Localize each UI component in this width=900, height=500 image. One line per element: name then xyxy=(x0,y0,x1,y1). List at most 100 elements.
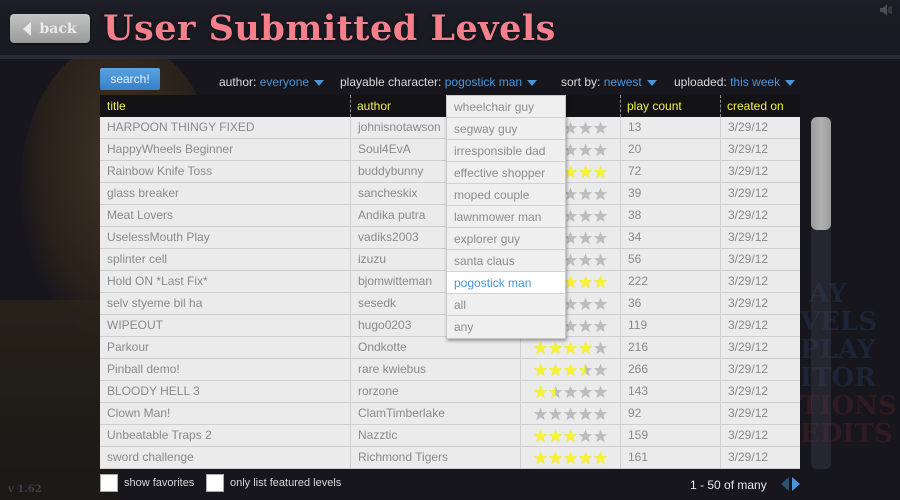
level-play-count: 159 xyxy=(620,425,720,446)
column-header-play-count[interactable]: play count xyxy=(620,95,720,117)
level-title: Hold ON *Last Fix* xyxy=(107,274,208,288)
featured-levels-toggle[interactable]: only list featured levels xyxy=(206,474,341,492)
level-created-on: 3/29/12 xyxy=(720,205,800,226)
star-icon xyxy=(533,341,548,354)
level-title: selv styeme bil ha xyxy=(107,296,203,310)
star-icon xyxy=(593,143,608,156)
level-created-on: 3/29/12 xyxy=(720,161,800,182)
star-icon xyxy=(593,363,608,376)
caret-down-icon xyxy=(785,79,796,86)
level-title: UselessMouth Play xyxy=(107,230,210,244)
version-label: v 1.62 xyxy=(8,484,42,495)
star-icon xyxy=(533,407,548,420)
level-title: Meat Lovers xyxy=(107,208,174,222)
level-play-count: 143 xyxy=(620,381,720,402)
table-row[interactable]: Unbeatable Traps 2 Nazztic 159 3/29/12 xyxy=(100,425,800,447)
star-icon xyxy=(548,363,563,376)
dropdown-option[interactable]: moped couple xyxy=(447,184,565,206)
level-play-count: 216 xyxy=(620,337,720,358)
dropdown-option[interactable]: santa claus xyxy=(447,250,565,272)
level-title: Unbeatable Traps 2 xyxy=(107,428,212,442)
level-created-on: 3/29/12 xyxy=(720,271,800,292)
level-rating xyxy=(520,381,620,402)
scrollbar-thumb[interactable] xyxy=(811,117,831,230)
pagination-text: 1 - 50 of many xyxy=(690,478,767,492)
dropdown-option[interactable]: wheelchair guy xyxy=(447,96,565,118)
star-icon xyxy=(533,363,548,376)
sort-filter[interactable]: sort by: newest xyxy=(561,75,657,89)
star-icon xyxy=(593,341,608,354)
star-icon xyxy=(578,451,593,464)
level-title: Rainbow Knife Toss xyxy=(107,164,213,178)
show-favorites-toggle[interactable]: show favorites xyxy=(100,474,194,492)
level-created-on: 3/29/12 xyxy=(720,293,800,314)
filter-value: pogostick man xyxy=(444,75,523,89)
speaker-icon[interactable] xyxy=(880,4,894,16)
filter-value: everyone xyxy=(259,75,310,89)
level-author: rorzone xyxy=(350,381,520,402)
star-icon xyxy=(533,451,548,464)
star-icon xyxy=(593,429,608,442)
star-icon xyxy=(593,407,608,420)
back-label: back xyxy=(39,20,77,37)
level-created-on: 3/29/12 xyxy=(720,227,800,248)
star-icon xyxy=(563,385,578,398)
dropdown-option[interactable]: explorer guy xyxy=(447,228,565,250)
table-row[interactable]: Parkour Ondkotte 216 3/29/12 xyxy=(100,337,800,359)
level-created-on: 3/29/12 xyxy=(720,337,800,358)
table-row[interactable]: Clown Man! ClamTimberlake 92 3/29/12 xyxy=(100,403,800,425)
author-filter[interactable]: author: everyone xyxy=(219,75,325,89)
level-play-count: 38 xyxy=(620,205,720,226)
level-play-count: 34 xyxy=(620,227,720,248)
dropdown-option[interactable]: lawnmower man xyxy=(447,206,565,228)
previous-page-icon[interactable] xyxy=(781,477,789,491)
star-icon xyxy=(533,385,548,398)
level-play-count: 119 xyxy=(620,315,720,336)
level-play-count: 72 xyxy=(620,161,720,182)
level-title: glass breaker xyxy=(107,186,180,200)
dropdown-option[interactable]: segway guy xyxy=(447,118,565,140)
dropdown-option[interactable]: any xyxy=(447,316,565,338)
level-created-on: 3/29/12 xyxy=(720,381,800,402)
level-play-count: 20 xyxy=(620,139,720,160)
dropdown-option[interactable]: effective shopper xyxy=(447,162,565,184)
star-icon xyxy=(563,451,578,464)
filter-label: author: xyxy=(219,75,257,89)
star-icon xyxy=(548,451,563,464)
level-play-count: 92 xyxy=(620,403,720,424)
level-title: Pinball demo! xyxy=(107,362,180,376)
level-title: HappyWheels Beginner xyxy=(107,142,234,156)
star-icon xyxy=(593,165,608,178)
column-header-title[interactable]: title xyxy=(100,95,350,117)
next-page-icon[interactable] xyxy=(792,477,800,491)
uploaded-filter[interactable]: uploaded: this week xyxy=(674,75,796,89)
level-title: WIPEOUT xyxy=(107,318,163,332)
dropdown-option[interactable]: all xyxy=(447,294,565,316)
level-created-on: 3/29/12 xyxy=(720,447,800,468)
table-row[interactable]: sword challenge Richmond Tigers 161 3/29/12 xyxy=(100,447,800,469)
table-row[interactable]: BLOODY HELL 3 rorzone 143 3/29/12 xyxy=(100,381,800,403)
dropdown-option[interactable]: pogostick man xyxy=(447,272,565,294)
column-header-created-on[interactable]: created on xyxy=(720,95,800,117)
star-icon xyxy=(578,407,593,420)
show-favorites-checkbox[interactable] xyxy=(100,474,118,492)
level-created-on: 3/29/12 xyxy=(720,249,800,270)
level-author: Ondkotte xyxy=(350,337,520,358)
star-icon xyxy=(593,297,608,310)
level-created-on: 3/29/12 xyxy=(720,359,800,380)
character-filter[interactable]: playable character: pogostick man xyxy=(340,75,538,89)
star-icon xyxy=(578,231,593,244)
star-icon xyxy=(548,385,563,398)
star-icon xyxy=(578,385,593,398)
dropdown-option[interactable]: irresponsible dad xyxy=(447,140,565,162)
star-icon xyxy=(593,253,608,266)
level-created-on: 3/29/12 xyxy=(720,403,800,424)
filter-value: newest xyxy=(603,75,642,89)
back-button[interactable]: back xyxy=(10,14,90,43)
filter-bar: author: everyone playable character: pog… xyxy=(0,75,900,91)
featured-levels-checkbox[interactable] xyxy=(206,474,224,492)
table-row[interactable]: Pinball demo! rare kwiebus 266 3/29/12 xyxy=(100,359,800,381)
level-author: Richmond Tigers xyxy=(350,447,520,468)
level-title: Clown Man! xyxy=(107,406,171,420)
filter-label: playable character: xyxy=(340,75,442,89)
